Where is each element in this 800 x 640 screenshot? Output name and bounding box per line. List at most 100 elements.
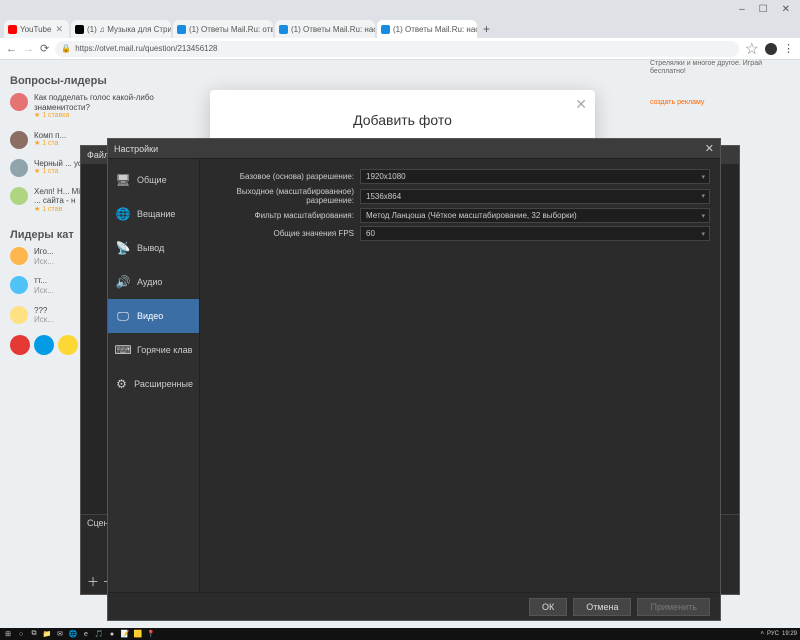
close-window-button[interactable]: ✕: [782, 4, 790, 15]
video-icon: 🖵: [114, 307, 132, 325]
taskbar-icon[interactable]: ✉: [55, 629, 65, 639]
taskbar-icon[interactable]: ⧉: [29, 629, 39, 639]
profile-avatar[interactable]: [765, 43, 777, 55]
obs-scene-add-button[interactable]: ＋: [87, 575, 99, 589]
obs-settings-panel-video: Базовое (основа) разрешение:1920x1080Вых…: [200, 159, 720, 592]
back-button[interactable]: ←: [6, 43, 17, 55]
field-label: Базовое (основа) разрешение:: [200, 172, 360, 181]
forward-button[interactable]: →: [23, 43, 34, 55]
question-stakes: ★ 1 ста: [34, 140, 66, 148]
obs-sidebar-item-label: Вещание: [137, 209, 175, 219]
taskbar-icon[interactable]: 🎵: [94, 629, 104, 639]
obs-sidebar-item-hotkeys[interactable]: ⌨Горячие клав: [108, 333, 199, 367]
ad-create-link[interactable]: создать рекламу: [650, 99, 790, 106]
tab-favicon: [75, 25, 84, 34]
windows-taskbar: ⊞○⧉📁✉🌐e🎵●📝🟨📍 ˄ РУС 19:29: [0, 628, 800, 640]
maximize-button[interactable]: ☐: [759, 4, 768, 15]
tray-lang[interactable]: РУС: [767, 631, 779, 637]
taskbar-icon[interactable]: ⊞: [3, 629, 13, 639]
field-select[interactable]: 1920x1080: [360, 169, 710, 184]
ok-button[interactable]: ОК: [529, 598, 567, 616]
minimize-button[interactable]: –: [739, 4, 745, 15]
obs-sidebar-item-label: Аудио: [137, 277, 162, 287]
url-field[interactable]: 🔒 https://otvet.mail.ru/question/2134561…: [55, 41, 738, 57]
tab-close-icon[interactable]: ✕: [55, 24, 63, 35]
field-select[interactable]: 60: [360, 226, 710, 241]
taskbar-icon[interactable]: ○: [16, 629, 26, 639]
field-select[interactable]: 1536x864: [360, 189, 710, 204]
browser-tabs: YouTube✕(1) ♫ Музыка для Стрима✕(1) Отве…: [0, 18, 800, 38]
settings-row: Фильтр масштабирования:Метод Ланцоша (Чё…: [200, 208, 710, 223]
tab-favicon: [381, 25, 390, 34]
browser-tab[interactable]: (1) Ответы Mail.Ru: настро✕: [377, 20, 477, 38]
obs-file-menu[interactable]: Файл: [87, 150, 109, 160]
browser-tab[interactable]: (1) ♫ Музыка для Стрима✕: [71, 20, 171, 38]
address-bar: ← → ⟳ 🔒 https://otvet.mail.ru/question/2…: [0, 38, 800, 60]
obs-settings-footer: ОК Отмена Применить: [108, 592, 720, 620]
obs-sidebar-item-stream[interactable]: 🌐 Вещание: [108, 197, 199, 231]
obs-sidebar-item-video[interactable]: 🖵 Видео: [108, 299, 199, 333]
audio-icon: 🔊: [114, 273, 132, 291]
taskbar-icon[interactable]: 🌐: [68, 629, 78, 639]
leader-name: ???Иск...: [34, 306, 54, 325]
settings-row: Общие значения FPS60: [200, 226, 710, 241]
obs-sidebar-item-label: Расширенные: [134, 379, 193, 389]
cancel-button[interactable]: Отмена: [573, 598, 631, 616]
apply-button[interactable]: Применить: [637, 598, 710, 616]
obs-sidebar-item-label: Вывод: [137, 243, 164, 253]
tab-favicon: [177, 25, 186, 34]
taskbar-icon[interactable]: 📍: [146, 629, 156, 639]
new-tab-button[interactable]: +: [479, 20, 496, 38]
field-select[interactable]: Метод Ланцоша (Чёткое масштабирование, 3…: [360, 208, 710, 223]
leader-name: Иго...Иск...: [34, 247, 54, 266]
taskbar-icon[interactable]: e: [81, 629, 91, 639]
taskbar-icon[interactable]: ●: [107, 629, 117, 639]
ad-promo-text: Стрелялки и многое другое. Играй бесплат…: [650, 60, 790, 77]
taskbar-icon[interactable]: 🟨: [133, 629, 143, 639]
obs-sidebar-item-label: Общие: [137, 175, 167, 185]
avatar: [10, 159, 28, 177]
settings-row: Базовое (основа) разрешение:1920x1080: [200, 169, 710, 184]
tab-label: (1) Ответы Mail.Ru: ответ: [189, 25, 273, 34]
photo-modal-title: Добавить фото: [210, 112, 595, 128]
obs-sidebar-item-audio[interactable]: 🔊 Аудио: [108, 265, 199, 299]
question-stakes: ★ 1 ставка: [34, 112, 185, 120]
reload-button[interactable]: ⟳: [40, 42, 49, 55]
obs-settings-sidebar: 🖥Общие 🌐 Вещание 📡Вывод 🔊 Аудио 🖵 Видео ⌨Горячие…: [108, 159, 200, 592]
tab-label: (1) Ответы Mail.Ru: настро: [291, 25, 375, 34]
obs-settings-titlebar: Настройки ✕: [108, 139, 720, 159]
avatar: [10, 131, 28, 149]
question-title: Как подделать голос какой-либо знаменито…: [34, 93, 185, 112]
field-label: Выходное (масштабированное) разрешение:: [200, 187, 360, 205]
avatar: [10, 306, 28, 324]
browser-tab[interactable]: (1) Ответы Mail.Ru: настро✕: [275, 20, 375, 38]
obs-settings-dialog: Настройки ✕ 🖥Общие 🌐 Вещание 📡Вывод 🔊 Аудио 🖵 В…: [107, 138, 721, 621]
leader-name: тт...Иск...: [34, 276, 54, 295]
obs-sidebar-item-general[interactable]: 🖥Общие: [108, 163, 199, 197]
browser-tab[interactable]: (1) Ответы Mail.Ru: ответ✕: [173, 20, 273, 38]
tray-clock[interactable]: 19:29: [782, 631, 797, 637]
taskbar-icon[interactable]: 📝: [120, 629, 130, 639]
obs-settings-close-button[interactable]: ✕: [705, 142, 714, 155]
tray-up-icon[interactable]: ˄: [760, 631, 764, 637]
obs-settings-title: Настройки: [114, 144, 158, 154]
obs-sidebar-item-adv[interactable]: ⚙Расширенные: [108, 367, 199, 401]
taskbar-icon[interactable]: 📁: [42, 629, 52, 639]
field-label: Фильтр масштабирования:: [200, 211, 360, 220]
avatar: [10, 247, 28, 265]
obs-sidebar-item-output[interactable]: 📡Вывод: [108, 231, 199, 265]
photo-modal-close-button[interactable]: ✕: [575, 96, 587, 113]
avatar: [10, 93, 28, 111]
avatar: [10, 187, 28, 205]
question-item[interactable]: Как подделать голос какой-либо знаменито…: [10, 93, 185, 121]
obs-sidebar-item-label: Видео: [137, 311, 163, 321]
tab-favicon: [8, 25, 17, 34]
browser-tab[interactable]: YouTube✕: [4, 20, 69, 38]
chrome-menu-button[interactable]: ⋮: [783, 42, 794, 55]
chrome-window-top: – ☐ ✕: [0, 0, 800, 18]
url-text: https://otvet.mail.ru/question/213456128: [75, 44, 217, 53]
bookmark-star-icon[interactable]: ☆: [745, 39, 759, 59]
questions-leaders-heading: Вопросы-лидеры: [10, 75, 185, 87]
stream-icon: 🌐: [114, 205, 132, 223]
settings-row: Выходное (масштабированное) разрешение:1…: [200, 187, 710, 205]
